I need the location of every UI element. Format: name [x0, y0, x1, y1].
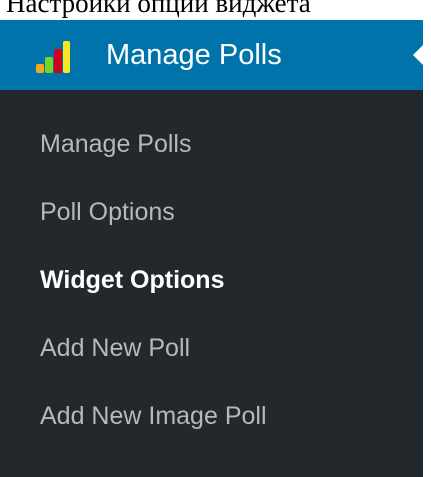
cut-off-caption: Настройки опции виджета	[6, 0, 311, 18]
admin-sidebar-menu: Manage Polls Manage Polls Poll Options W…	[0, 20, 431, 477]
menu-header-manage-polls[interactable]: Manage Polls	[0, 20, 424, 90]
poll-chart-icon	[36, 41, 70, 73]
top-cut-text-strip: Настройки опции виджета	[0, 0, 431, 20]
submenu-item-add-new-image-poll[interactable]: Add New Image Poll	[40, 388, 267, 444]
submenu-item-add-new-poll[interactable]: Add New Poll	[40, 320, 190, 376]
submenu-item-manage-polls[interactable]: Manage Polls	[40, 116, 191, 172]
submenu-item-poll-options[interactable]: Poll Options	[40, 184, 175, 240]
content-area-edge	[423, 20, 431, 477]
submenu: Manage Polls Poll Options Widget Options…	[0, 90, 423, 477]
menu-title: Manage Polls	[106, 39, 282, 71]
submenu-item-widget-options[interactable]: Widget Options	[40, 252, 224, 308]
